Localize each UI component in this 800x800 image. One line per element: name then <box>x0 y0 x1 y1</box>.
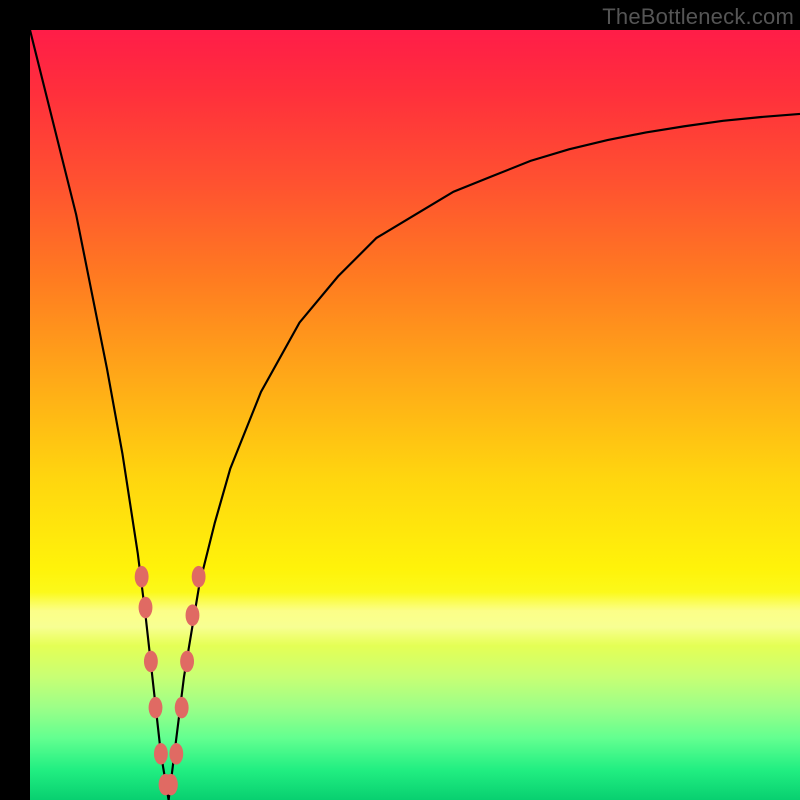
chart-frame: TheBottleneck.com <box>0 0 800 800</box>
plot-background-gradient <box>30 30 800 800</box>
watermark-text: TheBottleneck.com <box>602 4 794 30</box>
